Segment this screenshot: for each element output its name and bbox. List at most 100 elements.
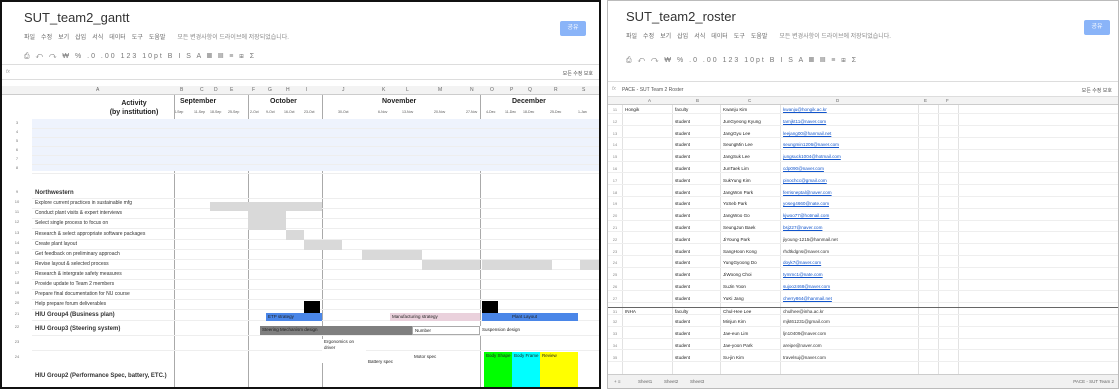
name-cell[interactable]: JunTaek Lim xyxy=(723,165,749,173)
row-number[interactable]: 35 xyxy=(608,354,622,362)
group-row[interactable]: HIU Group2 (Performance Spec, battery, E… xyxy=(35,373,167,379)
row-number[interactable]: 19 xyxy=(608,200,622,208)
toolbar[interactable]: ⎙ ↶ ↷ ₩ % .0 .00 123 10pt B I S A ▦ ▤ ≡ … xyxy=(626,57,858,65)
role-cell[interactable]: student xyxy=(675,200,690,208)
row-number[interactable]: 15 xyxy=(608,153,622,161)
name-cell[interactable]: YoSeb Park xyxy=(723,200,747,208)
menu-edit[interactable]: 수정 xyxy=(41,32,52,41)
col-header[interactable]: A xyxy=(96,87,99,93)
name-cell[interactable]: JangSuk Lee xyxy=(723,153,750,161)
table-row[interactable]: 12 student JunGyeong Kyung tarnjkt11@naver.… xyxy=(608,118,1118,127)
table-row[interactable]: 24 student YungGyoong Do doyk7@naver.com xyxy=(608,259,1118,268)
role-cell[interactable]: student xyxy=(675,330,690,338)
name-cell[interactable]: JangWon Park xyxy=(723,189,753,197)
gantt-bar[interactable] xyxy=(210,202,248,211)
bar-battery-spec[interactable]: Battery spec xyxy=(366,358,410,366)
name-cell[interactable]: SangHoon Kong xyxy=(723,248,757,256)
row-number[interactable]: 8 xyxy=(2,165,32,170)
name-cell[interactable]: YuKi Jang xyxy=(723,295,744,303)
bar-steering-design[interactable]: Steering Mechanism design xyxy=(260,326,412,335)
gantt-bar[interactable] xyxy=(248,202,322,211)
row-number[interactable]: 18 xyxy=(608,189,622,197)
row-number[interactable]: 16 xyxy=(2,260,32,265)
bar-etp-strategy[interactable]: ETP strategy xyxy=(266,313,322,321)
name-cell[interactable]: Chul-Hee Lee xyxy=(723,308,751,316)
col-header[interactable]: A xyxy=(648,98,651,103)
col-header[interactable]: C xyxy=(748,98,751,103)
email-cell[interactable]: cdp090@naver.com xyxy=(783,165,824,173)
col-header[interactable]: R xyxy=(554,87,558,93)
add-sheet-icon[interactable]: + ≡ xyxy=(614,379,621,384)
menu-help[interactable]: 도움말 xyxy=(149,32,166,41)
gantt-bar[interactable] xyxy=(304,240,342,250)
email-cell[interactable]: jiyoung-1215@hanmail.net xyxy=(783,236,838,244)
row-number[interactable]: 7 xyxy=(2,156,32,161)
role-cell[interactable]: student xyxy=(675,318,690,326)
bar-plant-layout[interactable]: Plant Layout xyxy=(482,313,578,321)
table-row[interactable]: 21 student SeungJun Baek bsj227@naver.com xyxy=(608,224,1118,233)
bar-suspension-design[interactable]: Suspension design xyxy=(480,326,558,335)
email-cell[interactable]: chulhee@inha.ac.kr xyxy=(783,308,824,316)
menu-data[interactable]: 데이터 xyxy=(711,31,728,40)
email-cell[interactable]: yoseg4660@nate.com xyxy=(783,200,829,208)
table-row[interactable]: 35 student Su-jin Kim travelsuj@naver.com xyxy=(608,354,1118,363)
table-row[interactable]: 22 student JiYoung Park jiyoung-1215@hanmai… xyxy=(608,236,1118,245)
row-number[interactable]: 11 xyxy=(608,106,622,114)
row-number[interactable]: 4 xyxy=(2,129,32,134)
col-header[interactable]: B xyxy=(696,98,699,103)
bar-review[interactable]: Review xyxy=(540,352,578,387)
col-header[interactable]: C xyxy=(200,87,204,93)
name-cell[interactable]: JunGyeong Kyung xyxy=(723,118,761,126)
formula-bar[interactable]: fx PACE - SUT Team 2 Roster 모든 수정 보호 xyxy=(608,81,1118,97)
menu-view[interactable]: 보기 xyxy=(660,31,671,40)
email-cell[interactable]: sujoo2468@naver.com xyxy=(783,283,830,291)
name-cell[interactable]: SeungMin Lee xyxy=(723,141,753,149)
row-number[interactable]: 34 xyxy=(608,342,622,350)
row-number[interactable]: 22 xyxy=(608,236,622,244)
row-number[interactable]: 11 xyxy=(2,209,32,214)
share-button[interactable]: 공유 xyxy=(1084,20,1110,35)
row-number[interactable]: 24 xyxy=(608,259,622,267)
menu-tools[interactable]: 도구 xyxy=(734,31,745,40)
activity-row[interactable]: Get feedback on preliminary approach xyxy=(35,251,120,257)
col-header[interactable]: F xyxy=(946,98,949,103)
col-header[interactable]: S xyxy=(582,87,585,93)
gantt-bar[interactable] xyxy=(482,260,552,270)
col-header[interactable]: L xyxy=(406,87,409,93)
email-cell[interactable]: doyk7@naver.com xyxy=(783,259,821,267)
row-number[interactable]: 27 xyxy=(608,295,622,303)
table-row[interactable]: 11 Hongik faculty Kwanju Kim kwanju@hongik.a… xyxy=(608,106,1118,115)
role-cell[interactable]: student xyxy=(675,224,690,232)
name-cell[interactable]: Jae-yoon Park xyxy=(723,342,753,350)
email-cell[interactable]: travelsuj@naver.com xyxy=(783,354,826,362)
bar-motor-spec[interactable]: Motor spec xyxy=(412,353,468,366)
role-cell[interactable]: student xyxy=(675,271,690,279)
table-row[interactable]: 26 student SuJin Yoon sujoo2468@naver.com xyxy=(608,283,1118,292)
activity-row[interactable]: Prepare final documentation for NU cours… xyxy=(35,291,130,297)
row-number[interactable]: 12 xyxy=(2,219,32,224)
name-cell[interactable]: JiWoong Choi xyxy=(723,271,752,279)
table-row[interactable]: 34 student Jae-yoon Park areipe@naver.com xyxy=(608,342,1118,351)
row-number[interactable]: 20 xyxy=(608,212,622,220)
name-cell[interactable]: Su-jin Kim xyxy=(723,354,744,362)
role-cell[interactable]: student xyxy=(675,165,690,173)
name-cell[interactable]: SuJin Yoon xyxy=(723,283,746,291)
formula-content[interactable]: PACE - SUT Team 2 Roster xyxy=(622,87,683,93)
email-cell[interactable]: leejang00@hanmail.net xyxy=(783,130,831,138)
row-number[interactable]: 31 xyxy=(608,308,622,316)
row-number[interactable]: 21 xyxy=(2,311,32,316)
col-header[interactable]: E xyxy=(230,87,233,93)
document-title[interactable]: SUT_team2_gantt xyxy=(24,10,130,25)
name-cell[interactable]: JangWoo Go xyxy=(723,212,750,220)
row-number[interactable]: 14 xyxy=(608,141,622,149)
row-number[interactable]: 32 xyxy=(608,318,622,326)
row-number[interactable]: 19 xyxy=(2,290,32,295)
activity-row[interactable]: Research & intergrate safety measures xyxy=(35,271,122,277)
table-row[interactable]: 32 student Minjun Kim mjkt61231@gmail.com xyxy=(608,318,1118,327)
role-cell[interactable]: student xyxy=(675,354,690,362)
email-cell[interactable]: tymmc1@nate.com xyxy=(783,271,823,279)
name-cell[interactable]: YungGyoong Do xyxy=(723,259,757,267)
document-title[interactable]: SUT_team2_roster xyxy=(626,9,736,24)
row-number[interactable]: 13 xyxy=(608,130,622,138)
col-header[interactable]: I xyxy=(306,87,307,93)
